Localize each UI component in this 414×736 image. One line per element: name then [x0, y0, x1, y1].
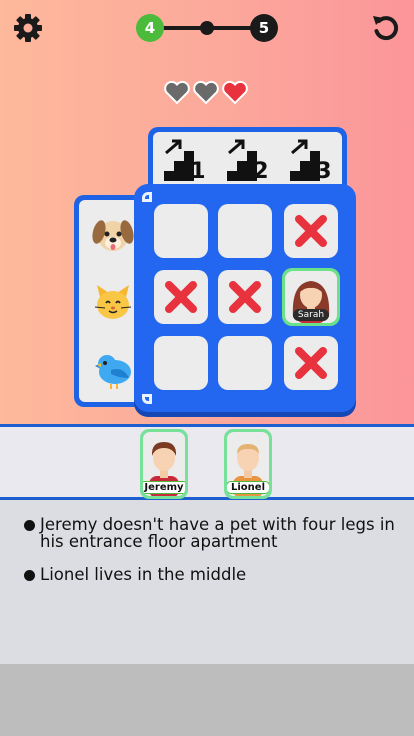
clue-item: Jeremy doesn't have a pet with four legs…	[22, 516, 396, 550]
dog-icon	[91, 219, 134, 251]
settings-button[interactable]	[12, 12, 44, 44]
floor-column-2: 2	[223, 137, 273, 183]
current-level-badge: 4	[136, 14, 164, 42]
grid-cell-empty[interactable]	[154, 336, 208, 390]
corner-decoration	[142, 192, 152, 202]
grid-cell-placed-character[interactable]: Sarah	[282, 268, 340, 326]
heart-icon-lost	[164, 80, 190, 105]
grid-cell-crossed[interactable]	[218, 270, 272, 324]
bullet-icon	[24, 520, 35, 531]
next-level-badge: 5	[250, 14, 278, 42]
lives-hearts	[163, 78, 251, 106]
clue-text: Jeremy doesn't have a pet with four legs…	[40, 515, 395, 551]
corner-decoration	[142, 394, 152, 404]
cross-icon	[295, 215, 327, 247]
placed-character-name: Sarah	[292, 309, 330, 321]
heart-icon-full	[222, 80, 248, 105]
grid-cell-crossed[interactable]	[284, 336, 338, 390]
bird-icon	[94, 355, 131, 390]
clues-panel: Jeremy doesn't have a pet with four legs…	[0, 500, 414, 664]
floor-column-1: 1	[160, 137, 210, 183]
clue-item: Lionel lives in the middle	[22, 566, 396, 583]
grid-cell-empty[interactable]	[218, 204, 272, 258]
grid-cell-empty[interactable]	[154, 204, 208, 258]
cross-icon	[165, 281, 197, 313]
cat-icon	[94, 284, 131, 319]
restart-button[interactable]	[370, 12, 402, 44]
floor-header: 1 2 3	[148, 127, 347, 187]
character-tray: Jeremy Lionel	[0, 424, 414, 500]
bullet-icon	[24, 570, 35, 581]
grid-cell-empty[interactable]	[218, 336, 272, 390]
grid-cell-crossed[interactable]	[154, 270, 208, 324]
character-name-label: Lionel	[227, 481, 269, 494]
floor-column-3: 3	[286, 137, 336, 183]
character-card-lionel[interactable]: Lionel	[224, 429, 272, 499]
floor-number: 1	[190, 158, 206, 184]
logic-grid: Sarah	[134, 184, 356, 412]
grid-cell-crossed[interactable]	[284, 204, 338, 258]
character-name-label: Jeremy	[143, 481, 185, 494]
restart-icon	[373, 16, 399, 41]
heart-icon-lost	[193, 80, 219, 105]
progress-dot	[200, 21, 214, 35]
game-area: 4 5 1 2 3 Sarah	[0, 0, 414, 424]
cross-icon	[295, 347, 327, 379]
floor-number: 2	[253, 158, 269, 184]
floor-number: 3	[316, 158, 332, 184]
clue-text: Lionel lives in the middle	[40, 565, 247, 584]
gear-icon	[14, 14, 42, 42]
cross-icon	[229, 281, 261, 313]
level-progress: 4 5	[136, 14, 278, 42]
character-card-jeremy[interactable]: Jeremy	[140, 429, 188, 499]
